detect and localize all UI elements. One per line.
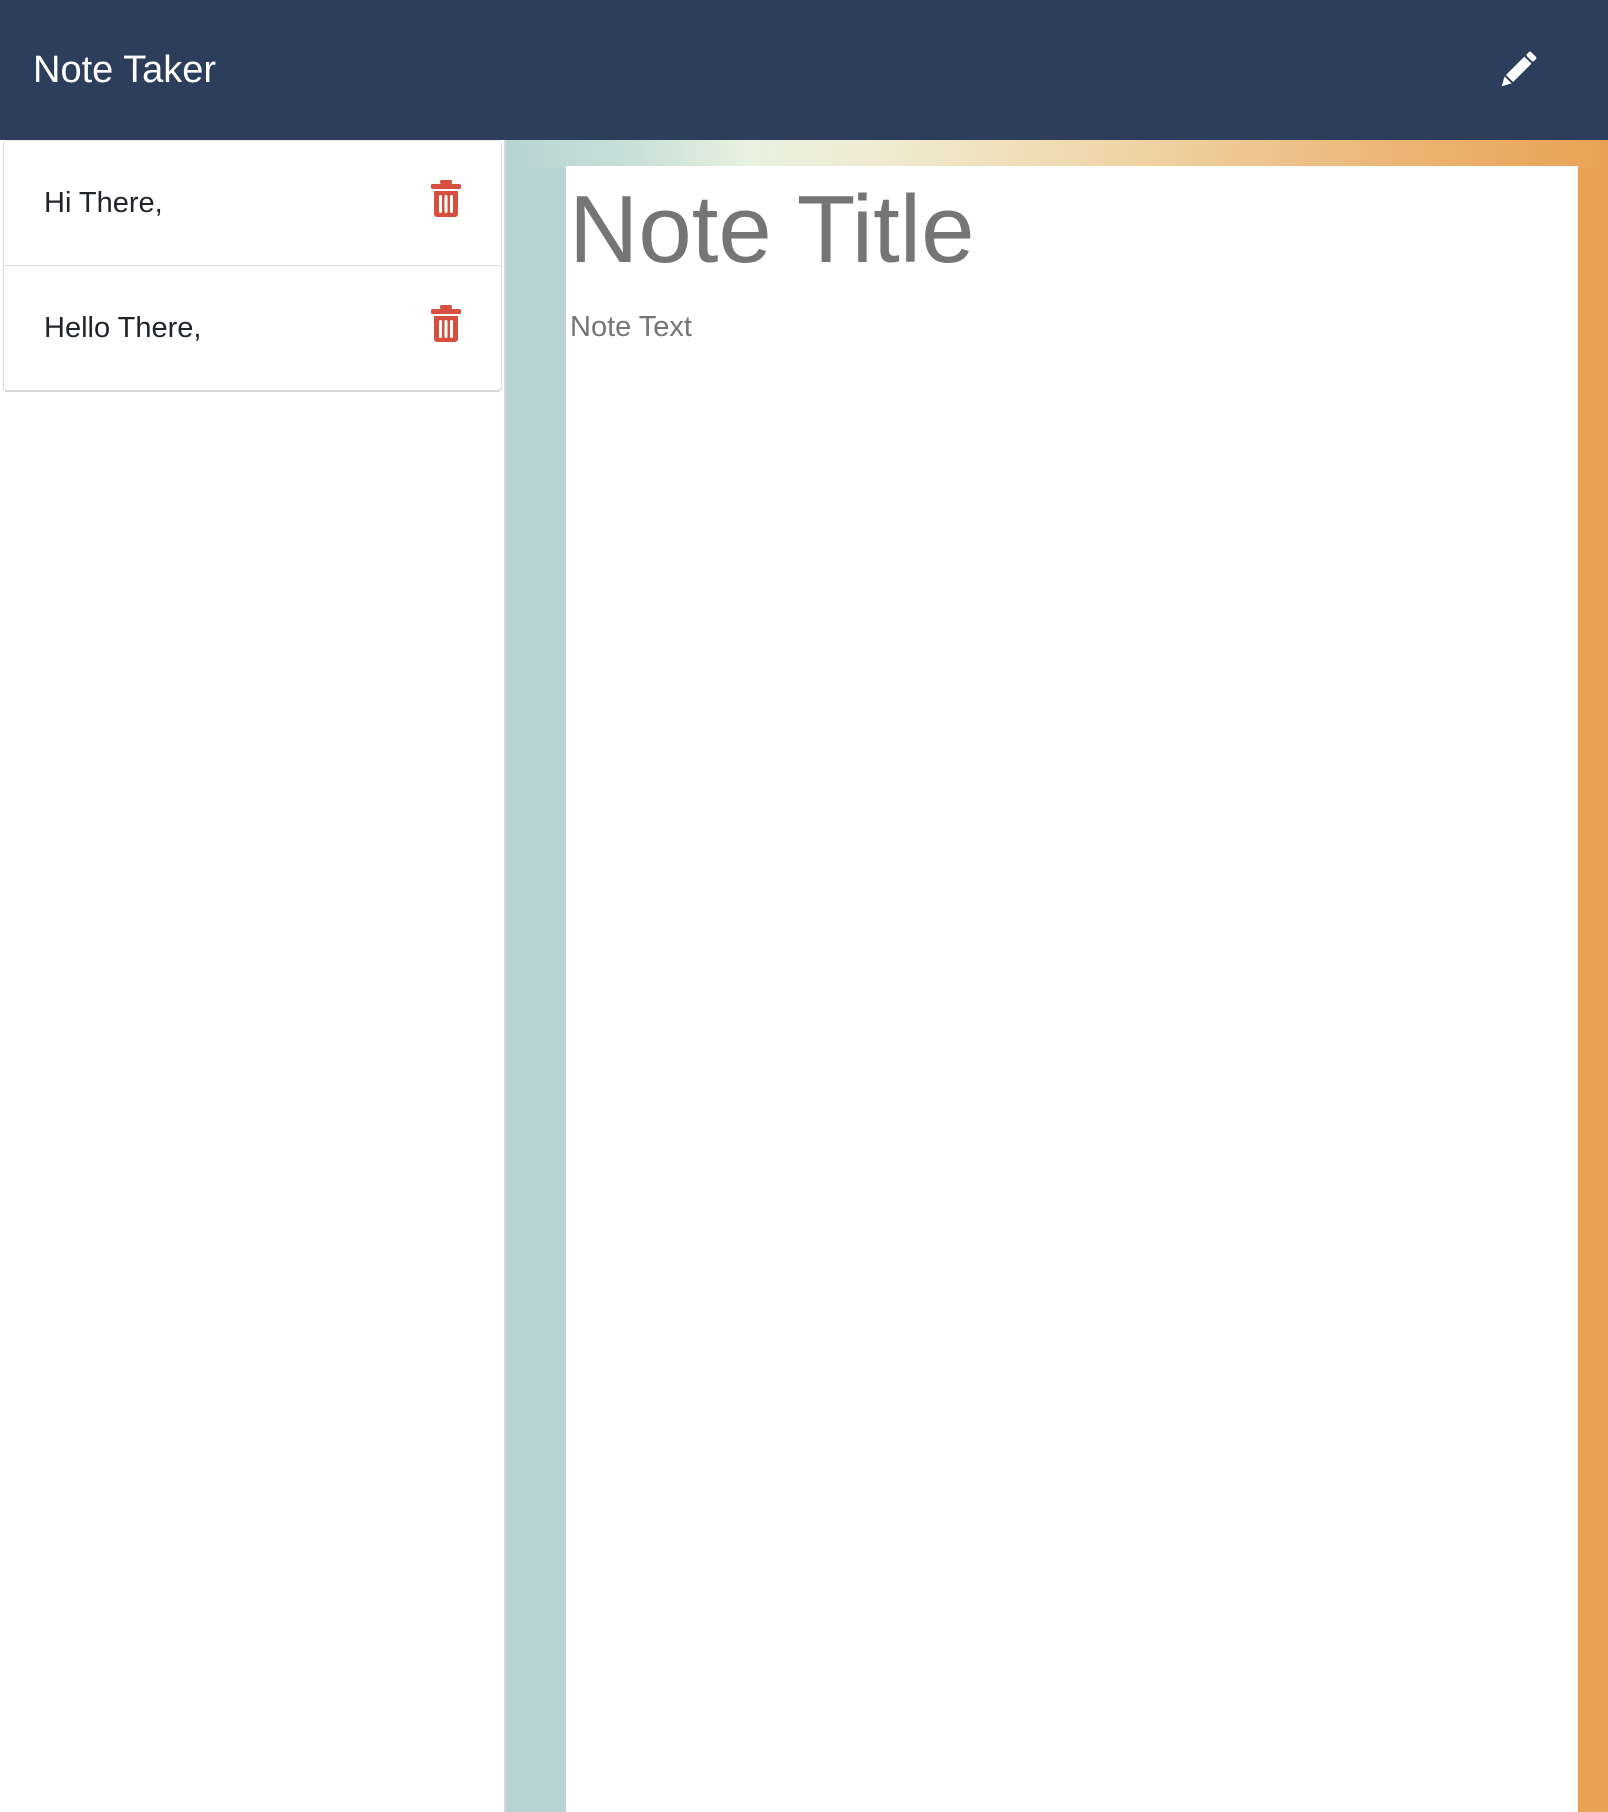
note-title-input[interactable] (566, 170, 1578, 290)
delete-note-button[interactable] (429, 304, 463, 344)
note-list: Hi There, Hello There, (0, 140, 504, 392)
trash-icon (431, 180, 461, 217)
pencil-icon (1501, 51, 1537, 87)
note-list-title: Hello There, (44, 311, 202, 344)
notes-sidebar: Hi There, Hello There, (0, 140, 506, 1812)
list-item[interactable]: Hi There, (3, 140, 502, 266)
new-note-button[interactable] (1490, 42, 1546, 98)
list-item[interactable]: Hello There, (3, 266, 502, 392)
delete-note-button[interactable] (429, 179, 463, 219)
editor-right-margin (1578, 168, 1608, 1812)
note-editor-area (506, 140, 1608, 1812)
trash-icon (431, 305, 461, 342)
note-list-title: Hi There, (44, 186, 163, 219)
app-brand[interactable]: Note Taker (33, 49, 216, 92)
note-text-input[interactable] (566, 311, 1578, 1711)
navbar: Note Taker (0, 0, 1608, 140)
note-editor (566, 166, 1578, 1812)
editor-left-margin (506, 168, 566, 1812)
